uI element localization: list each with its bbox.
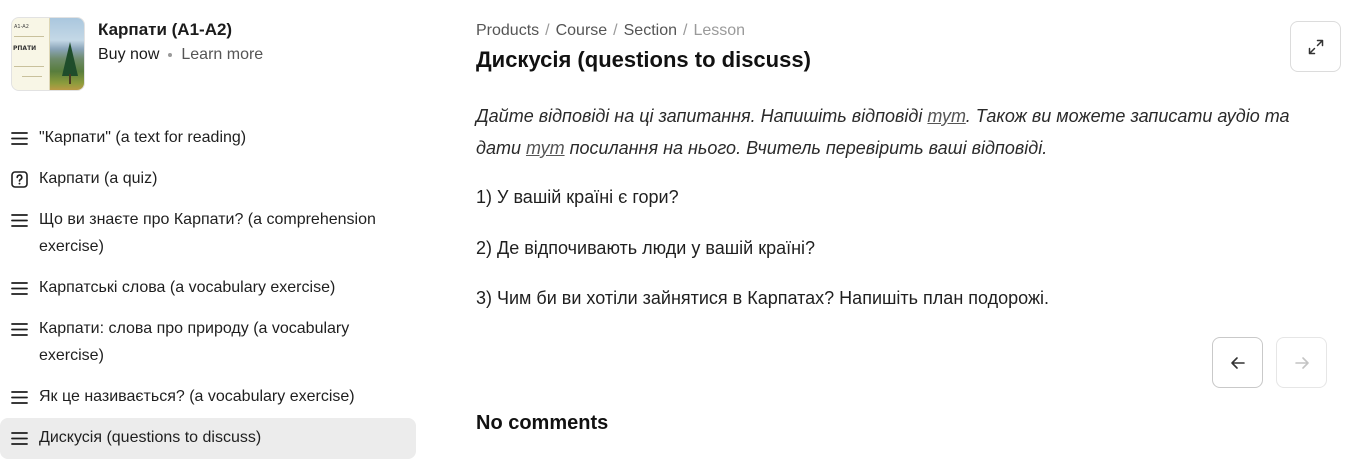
- sidebar-item-carpathian-words[interactable]: Карпатські слова (a vocabulary exercise): [0, 268, 416, 309]
- cover-level-text: A1-A2: [14, 24, 29, 30]
- question-1: 1) У вашій країні є гори?: [476, 187, 679, 207]
- sidebar-item-label: Карпати (a quiz): [39, 170, 158, 187]
- quiz-icon: [11, 171, 28, 188]
- list-icon: [11, 132, 28, 145]
- sidebar-item-label: "Карпати" (a text for reading): [39, 129, 247, 146]
- product-title[interactable]: Карпати (A1-A2): [98, 19, 263, 41]
- cover-divider: [14, 36, 44, 37]
- breadcrumb-course[interactable]: Course: [556, 22, 608, 39]
- page-title: Дискусія (questions to discuss): [476, 47, 811, 72]
- previous-lesson-button[interactable]: [1212, 337, 1263, 388]
- cover-paper: A1-A2 РПАТИ: [12, 18, 50, 90]
- arrow-right-icon: [1294, 356, 1309, 369]
- sidebar-item-discussion[interactable]: Дискусія (questions to discuss): [0, 418, 416, 459]
- sidebar-item-label: Що ви знаєте про Карпати? (a comprehensi…: [39, 211, 376, 255]
- lesson-instructions: Дайте відповіді на ці запитання. Напишіт…: [476, 100, 1316, 164]
- lesson-content: Products / Course / Section / Lesson Дискусія …: [476, 0, 1347, 468]
- question-2: 2) Де відпочивають люди у вашій країні?: [476, 238, 816, 258]
- next-lesson-button[interactable]: [1276, 337, 1327, 388]
- breadcrumb-products[interactable]: Products: [476, 22, 539, 39]
- breadcrumb-section[interactable]: Section: [624, 22, 677, 39]
- sidebar-item-quiz[interactable]: Карпати (a quiz): [0, 159, 416, 200]
- list-icon: [11, 432, 28, 445]
- list-icon: [11, 214, 28, 227]
- breadcrumb-separator: /: [683, 22, 688, 39]
- sidebar-item-label: Дискусія (questions to discuss): [39, 429, 262, 446]
- sidebar-item-text-for-reading[interactable]: "Карпати" (a text for reading): [0, 118, 416, 159]
- expand-icon: [1308, 39, 1323, 54]
- audio-link[interactable]: тут: [526, 138, 565, 158]
- arrow-left-icon: [1230, 356, 1245, 369]
- comments-heading: No comments: [476, 412, 609, 434]
- sidebar-item-comprehension[interactable]: Що ви знаєте про Карпати? (a comprehensi…: [0, 200, 416, 268]
- product-cover-image[interactable]: A1-A2 РПАТИ: [11, 17, 85, 91]
- product-header: A1-A2 РПАТИ Карпати (A1-A2) Buy now Lear…: [11, 17, 263, 91]
- sidebar-item-label: Карпатські слова (a vocabulary exercise): [39, 279, 336, 296]
- expand-button[interactable]: [1290, 21, 1341, 72]
- answers-link[interactable]: тут: [927, 106, 965, 126]
- sidebar-item-label: Карпати: слова про природу (a vocabulary…: [39, 320, 350, 364]
- question-3: 3) Чим би ви хотіли зайнятися в Карпатах…: [476, 288, 1049, 308]
- breadcrumb-separator: /: [613, 22, 618, 39]
- sidebar: A1-A2 РПАТИ Карпати (A1-A2) Buy now Lear…: [0, 0, 425, 468]
- breadcrumb-lesson: Lesson: [693, 22, 746, 39]
- instructions-text: Дайте відповіді на ці запитання. Напишіт…: [476, 106, 928, 126]
- separator-dot: [168, 53, 173, 57]
- cover-divider: [22, 76, 42, 77]
- instructions-text: посилання на нього. Вчитель перевірить в…: [564, 138, 1048, 158]
- sidebar-item-what-is-it-called[interactable]: Як це називається? (a vocabulary exercis…: [0, 377, 416, 418]
- tree-trunk: [69, 74, 71, 84]
- lesson-list: "Карпати" (a text for reading) Карпати (…: [0, 118, 416, 459]
- breadcrumb-separator: /: [545, 22, 550, 39]
- list-icon: [11, 323, 28, 336]
- learn-more-link[interactable]: Learn more: [181, 44, 263, 66]
- list-icon: [11, 282, 28, 295]
- tree-shape: [62, 42, 78, 76]
- buy-now-link[interactable]: Buy now: [98, 44, 159, 66]
- cover-divider: [14, 66, 44, 67]
- product-links: Buy now Learn more: [98, 44, 263, 66]
- product-info: Карпати (A1-A2) Buy now Learn more: [98, 17, 263, 91]
- list-icon: [11, 391, 28, 404]
- cover-title-text: РПАТИ: [13, 45, 37, 52]
- breadcrumb: Products / Course / Section / Lesson: [476, 21, 745, 41]
- sidebar-item-nature-words[interactable]: Карпати: слова про природу (a vocabulary…: [0, 309, 416, 377]
- sidebar-item-label: Як це називається? (a vocabulary exercis…: [39, 388, 355, 405]
